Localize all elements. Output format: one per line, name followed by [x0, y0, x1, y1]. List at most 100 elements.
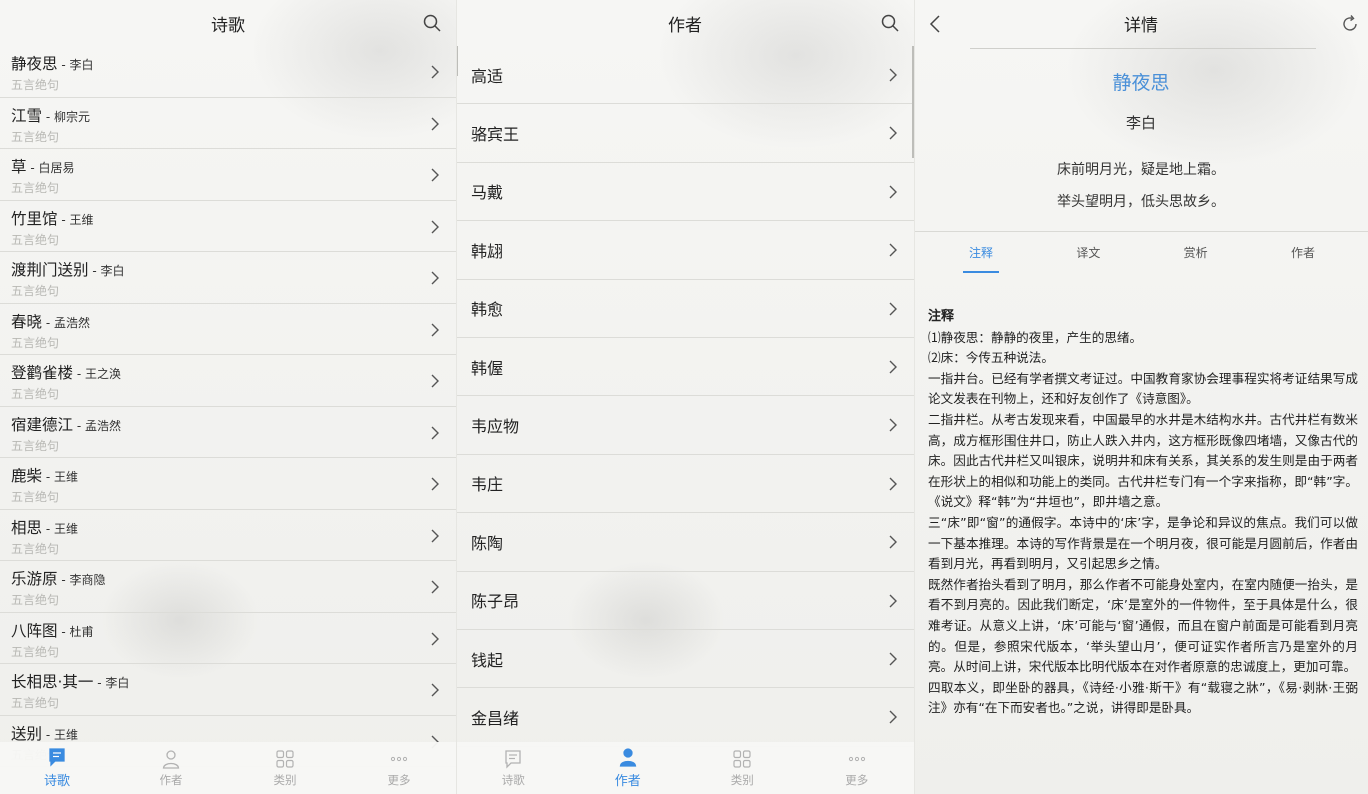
- tab-person[interactable]: 作者: [571, 742, 686, 794]
- chevron-right-icon: [888, 593, 898, 609]
- author-list-item[interactable]: 韩偓: [456, 338, 914, 397]
- note-paragraph: ⑵床：今传五种说法。: [928, 350, 1054, 366]
- poem-row-title-line: 乐游原 - 李商隐: [11, 567, 456, 589]
- poem-author: 王维: [69, 212, 94, 227]
- more-icon: [389, 749, 409, 769]
- poem-list-item[interactable]: 乐游原 - 李商隐 五言绝句: [0, 561, 456, 613]
- poem-row-title-line: 鹿柴 - 王维: [11, 464, 456, 486]
- author-list-item[interactable]: 钱起: [456, 630, 914, 689]
- detail-tab[interactable]: 注释: [961, 244, 1001, 273]
- author-list-item[interactable]: 韩愈: [456, 280, 914, 338]
- author-list-item[interactable]: 韩翃: [456, 221, 914, 280]
- author-list-item[interactable]: 陈子昂: [456, 572, 914, 630]
- poem-list-item[interactable]: 静夜思 - 李白 五言绝句: [0, 46, 456, 98]
- poem-author: 孟浩然: [84, 418, 121, 433]
- notes-section: 注释 ⑴静夜思：静静的夜里，产生的思绪。 ⑵床：今传五种说法。 一指井台。已经有学者…: [928, 307, 1358, 719]
- poem-form: 五言绝句: [11, 232, 60, 247]
- tab-label: 作者: [159, 772, 183, 787]
- chevron-right-icon: [888, 242, 898, 258]
- chevron-right-icon: [888, 67, 898, 83]
- chevron-right-icon: [430, 322, 440, 338]
- author-list-item[interactable]: 韦庄: [456, 455, 914, 514]
- chevron-right-icon: [888, 534, 898, 550]
- poem-author: 李白: [105, 676, 130, 690]
- poem-row-title-line: 渡荆门送别 - 李白: [11, 258, 456, 280]
- poem-list-item[interactable]: 草 - 白居易 五言绝句: [0, 149, 456, 201]
- author-list-item[interactable]: 金昌绪: [456, 688, 914, 747]
- detail-tab[interactable]: 作者: [1283, 244, 1323, 273]
- tab-person[interactable]: 作者: [114, 742, 228, 794]
- author-name: 韩偓: [471, 358, 504, 378]
- poem-author: 王维: [53, 470, 78, 484]
- poem-title: 相思: [11, 518, 43, 537]
- poem-form: 五言绝句: [11, 181, 60, 195]
- bottom-tab-bar: 诗歌 作者 类别 更多: [456, 742, 914, 794]
- person-icon: [618, 747, 638, 767]
- chevron-right-icon: [430, 167, 440, 183]
- author-list-item[interactable]: 骆宾王: [456, 104, 914, 163]
- chevron-right-icon: [888, 476, 898, 492]
- poem-author: 柳宗元: [53, 109, 90, 124]
- poem-list-item[interactable]: 竹里馆 - 王维 五言绝句: [0, 201, 456, 252]
- author-list-item[interactable]: 韦应物: [456, 396, 914, 455]
- authors-header: 作者: [456, 0, 914, 46]
- poem-title: 竹里馆: [11, 209, 58, 228]
- poem-list-item[interactable]: 相思 - 王维 五言绝句: [0, 510, 456, 561]
- page-title: 详情: [1124, 15, 1158, 36]
- chevron-right-icon: [888, 651, 898, 667]
- poem-list-item[interactable]: 渡荆门送别 - 李白 五言绝句: [0, 252, 456, 304]
- tab-label: 更多: [387, 772, 411, 787]
- poem-row-title-line: 相思 - 王维: [11, 516, 456, 538]
- search-icon[interactable]: [422, 13, 442, 33]
- refresh-icon[interactable]: [1340, 14, 1360, 34]
- poem-list-item[interactable]: 登鹳雀楼 - 王之涣 五言绝句: [0, 355, 456, 407]
- authors-screen: 作者 高适 骆宾王 马戴 韩翃 韩愈 韩偓 韦应物 韦庄 陈陶 陈子昂 钱起 金昌绪 诗歌 作者 类别 更多: [456, 0, 914, 794]
- poem-list-item[interactable]: 江雪 - 柳宗元五言绝句: [0, 98, 456, 149]
- note-paragraph: 四取本义，即坐卧的器具，《诗经·小雅·斯干》有“载寝之牀”，《易·剥牀·王弼注》…: [928, 679, 1358, 716]
- poem-form: 五言绝句: [11, 387, 60, 401]
- poem-list-item[interactable]: 长相思·其一 - 李白 五言绝句: [0, 664, 456, 716]
- author-name: 陈陶: [471, 533, 504, 553]
- author-name: 马戴: [471, 183, 504, 203]
- poem-author: 杜甫: [69, 624, 94, 639]
- poems-header: 诗歌: [0, 0, 456, 46]
- poem-row-title-line: 江雪 - 柳宗元: [11, 104, 456, 126]
- chevron-right-icon: [888, 709, 898, 725]
- poem-list-item[interactable]: 春晓 - 孟浩然 五言绝句: [0, 304, 456, 355]
- poem-title: 草: [11, 158, 27, 176]
- poem-form: 五言绝句: [11, 335, 60, 350]
- note-paragraph: 一指井台。已经有学者撰文考证过。中国教育家协会理事程实将考证结果写成论文发表在刊…: [928, 370, 1358, 407]
- author-name: 韦庄: [471, 475, 504, 495]
- poem-list: 静夜思 - 李白 五言绝句 江雪 - 柳宗元 五言绝句草 - 白居易 五言绝句 竹里馆 -…: [0, 46, 456, 767]
- chevron-right-icon: [430, 528, 440, 544]
- tab-label: 作者: [614, 774, 641, 789]
- tab-more[interactable]: 更多: [342, 742, 456, 794]
- tab-grid[interactable]: 类别: [685, 742, 800, 794]
- author-separator: -: [42, 521, 54, 536]
- tab-more[interactable]: 更多: [800, 742, 915, 794]
- poem-form: 五言绝句: [11, 129, 60, 144]
- author-list-item[interactable]: 高适: [456, 46, 914, 105]
- tab-poem[interactable]: 诗歌: [456, 742, 571, 794]
- poem-list-item[interactable]: 鹿柴 - 王维 五言绝句: [0, 458, 456, 510]
- detail-tab[interactable]: 赏析: [1176, 244, 1216, 273]
- tab-poem[interactable]: 诗歌: [0, 742, 114, 794]
- poem-list-item[interactable]: 宿建德江 - 孟浩然 五言绝句: [0, 407, 456, 458]
- search-icon[interactable]: [880, 13, 900, 33]
- detail-tab[interactable]: 译文: [1068, 244, 1108, 273]
- back-icon[interactable]: [928, 14, 942, 34]
- author-list: 高适 骆宾王马戴韩翃 韩愈韩偓韦应物韦庄陈陶陈子昂钱起金昌绪: [456, 46, 914, 747]
- tab-grid[interactable]: 类别: [228, 742, 342, 794]
- poem-list-item[interactable]: 八阵图 - 杜甫 五言绝句: [0, 613, 456, 664]
- poem-title: 送别: [11, 724, 43, 743]
- poem-title: 登鹳雀楼: [11, 364, 74, 382]
- poem-title: 鹿柴: [11, 467, 43, 485]
- poem-line: 举头望明月，低头思故乡。: [1057, 194, 1225, 210]
- author-list-item[interactable]: 马戴: [456, 163, 914, 222]
- poem-form: 五言绝句: [11, 78, 60, 92]
- poem-icon: [503, 749, 523, 769]
- poem-title: 春晓: [11, 312, 43, 331]
- tab-label: 类别: [273, 772, 297, 787]
- author-name: 钱起: [471, 650, 504, 670]
- author-list-item[interactable]: 陈陶: [456, 513, 914, 572]
